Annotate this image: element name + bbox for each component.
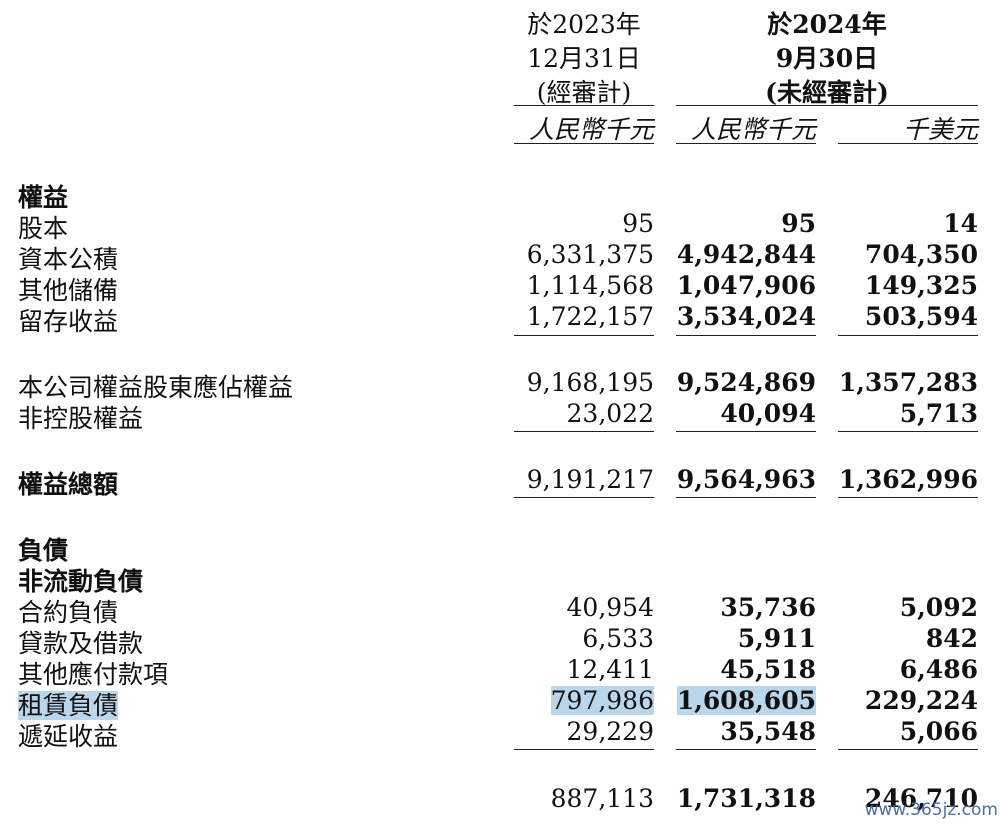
value-2023: 1,722,157 — [526, 302, 654, 331]
header-2024-line2: 9月30日 — [775, 44, 879, 73]
value-2024: 4,942,844 — [676, 240, 816, 269]
subtotal-rule-2 — [676, 431, 816, 432]
row-label-non-controlling: 非控股權益 — [18, 404, 144, 433]
value-2024: 40,094 — [720, 399, 816, 428]
value-2023: 12,411 — [566, 655, 654, 684]
row-label-deferred-income: 遞延收益 — [18, 722, 119, 751]
value-2023: 23,022 — [566, 399, 654, 428]
header-rule-2024 — [676, 105, 978, 106]
selection-highlight: 797,986 — [550, 686, 654, 715]
header-2024-line1: 於2024年 — [767, 10, 887, 39]
subtotal-rule-1 — [514, 749, 654, 750]
total-rule-1 — [514, 497, 654, 498]
value-2023: 6,533 — [582, 624, 654, 653]
subtotal-rule-3 — [838, 335, 978, 336]
value-usd: 5,713 — [899, 399, 978, 428]
unit-rmb-2023: 人民幣千元 — [528, 115, 654, 144]
header-2023-line1: 於2023年 — [527, 10, 641, 39]
value-2024: 95 — [781, 209, 816, 238]
unit-rmb-2024: 人民幣千元 — [690, 115, 816, 144]
subtotal-rule-3 — [838, 749, 978, 750]
value-usd: 1,357,283 — [838, 368, 978, 397]
value-2024: 9,524,869 — [676, 368, 816, 397]
unit-rule-1 — [514, 143, 654, 144]
value-2024: 5,911 — [737, 624, 816, 653]
value-2024: 45,518 — [720, 655, 816, 684]
value-usd: 5,066 — [899, 717, 978, 746]
value-2024: 9,564,963 — [676, 465, 816, 494]
value-2023: 6,331,375 — [526, 240, 654, 269]
header-2023-line2: 12月31日 — [527, 44, 641, 73]
value-usd: 842 — [925, 624, 978, 653]
unit-usd-2024: 千美元 — [902, 115, 978, 144]
value-2023: 1,114,568 — [526, 271, 654, 300]
unit-rule-3 — [838, 143, 978, 144]
subtotal-rule-1 — [514, 431, 654, 432]
value-2023: 887,113 — [550, 784, 654, 813]
row-label-total-equity: 權益總額 — [18, 470, 119, 499]
subtotal-rule-2 — [676, 749, 816, 750]
header-2024: 於2024年 9月30日 (未經審計) — [676, 8, 978, 110]
value-2024: 1,608,605 — [676, 686, 816, 715]
header-2023: 於2023年 12月31日 (經審計) — [514, 8, 654, 110]
selection-highlight: 租賃負債 — [18, 691, 119, 720]
total-rule-2 — [676, 497, 816, 498]
subtotal-rule-2 — [676, 335, 816, 336]
value-2023: 29,229 — [566, 717, 654, 746]
header-rule-2023 — [514, 105, 654, 106]
value-2023: 40,954 — [566, 593, 654, 622]
total-rule-3 — [838, 497, 978, 498]
value-usd: 1,362,996 — [838, 465, 978, 494]
subtotal-rule-3 — [838, 431, 978, 432]
value-2023: 797,986 — [514, 686, 654, 715]
value-2023: 95 — [622, 209, 654, 238]
value-2024: 1,047,906 — [676, 271, 816, 300]
watermark: www.365jz.com — [864, 800, 998, 820]
value-2024: 1,731,318 — [676, 784, 816, 813]
value-usd: 229,224 — [864, 686, 978, 715]
value-usd: 149,325 — [864, 271, 978, 300]
value-usd: 14 — [943, 209, 978, 238]
subtotal-rule-1 — [514, 335, 654, 336]
value-usd: 6,486 — [899, 655, 978, 684]
selection-highlight: 1,608,605 — [676, 686, 816, 715]
row-label-retained-earnings: 留存收益 — [18, 307, 119, 336]
value-2023: 9,168,195 — [526, 368, 654, 397]
value-usd: 503,594 — [864, 302, 978, 331]
unit-rule-2 — [676, 143, 816, 144]
value-2024: 35,736 — [720, 593, 816, 622]
value-2024: 35,548 — [720, 717, 816, 746]
value-2024: 3,534,024 — [676, 302, 816, 331]
value-2023: 9,191,217 — [526, 465, 654, 494]
value-usd: 704,350 — [864, 240, 978, 269]
value-usd: 5,092 — [899, 593, 978, 622]
